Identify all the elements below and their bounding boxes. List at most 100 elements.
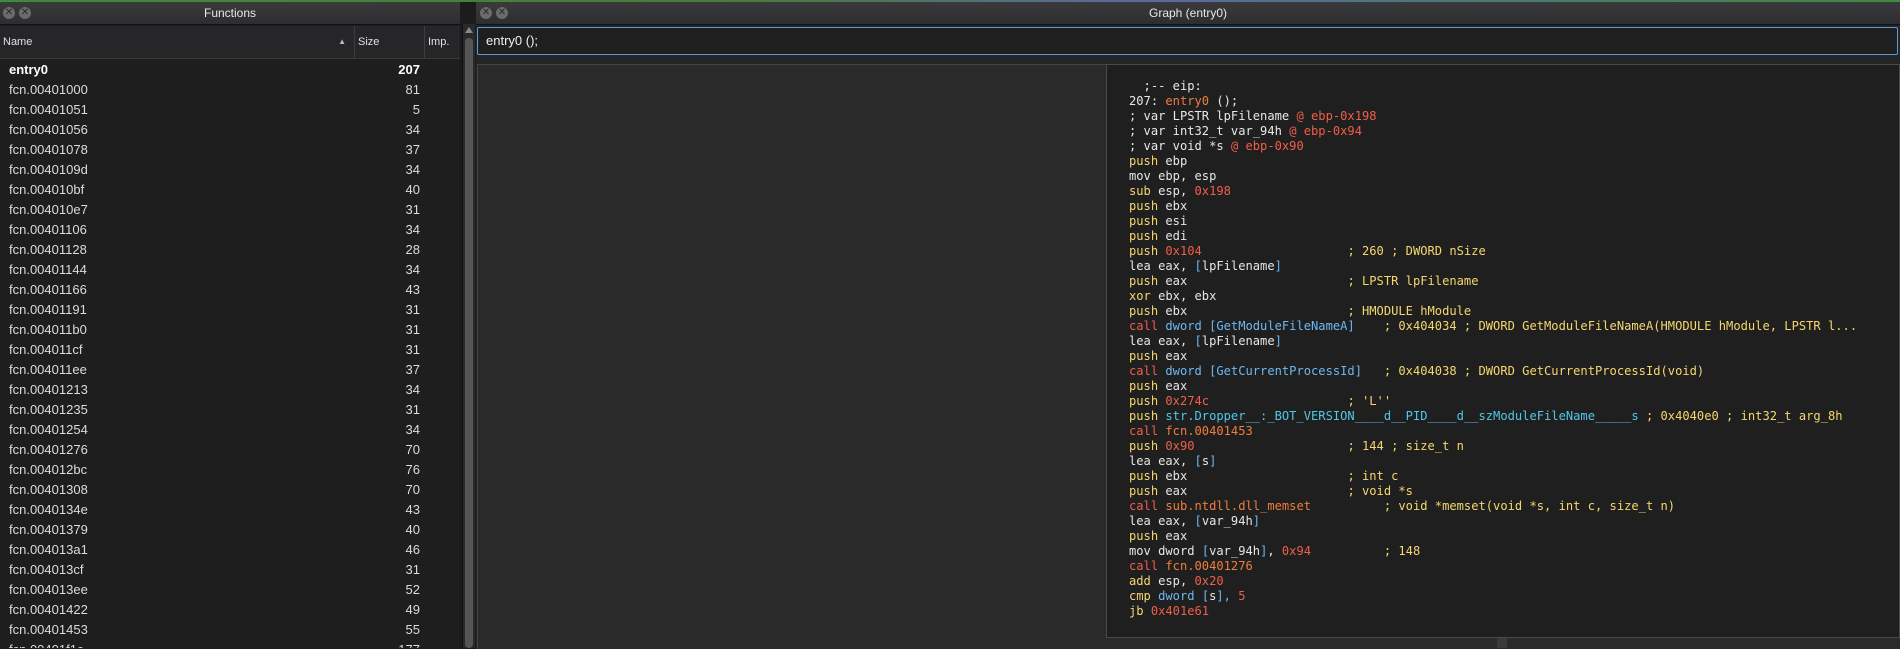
asm-line[interactable]: push 0x274c ; 'L''	[1129, 394, 1857, 409]
function-signature-field[interactable]: entry0 ();	[477, 27, 1898, 55]
asm-token: push	[1129, 529, 1166, 543]
column-header-name[interactable]: Name ▲	[0, 26, 355, 58]
asm-line[interactable]: push eax	[1129, 379, 1857, 394]
asm-line[interactable]: ; var void *s @ ebp-0x90	[1129, 139, 1857, 154]
close-panel-icon[interactable]: ✕	[3, 7, 15, 19]
asm-token	[1209, 394, 1347, 408]
asm-line[interactable]: push eax ; LPSTR lpFilename	[1129, 274, 1857, 289]
function-row[interactable]: fcn.00401308 70	[0, 480, 460, 500]
graph-node-entry0[interactable]: ;-- eip: 207: entry0 ();; var LPSTR lpFil…	[1106, 64, 1900, 638]
asm-line[interactable]: 207: entry0 ();	[1129, 94, 1857, 109]
function-row[interactable]: fcn.004013ee 52	[0, 580, 460, 600]
asm-line[interactable]: push eax	[1129, 349, 1857, 364]
asm-token	[1187, 274, 1347, 288]
asm-line[interactable]: mov ebp, esp	[1129, 169, 1857, 184]
float-panel-icon[interactable]: ✕	[496, 7, 508, 19]
function-size: 177	[398, 640, 420, 648]
function-size: 34	[405, 122, 420, 137]
asm-line[interactable]: push ebx ; HMODULE hModule	[1129, 304, 1857, 319]
asm-line[interactable]: push str.Dropper__:_BOT_VERSION____d__PI…	[1129, 409, 1857, 424]
asm-line[interactable]: ; var int32_t var_94h @ ebp-0x94	[1129, 124, 1857, 139]
function-row[interactable]: fcn.00401144 34	[0, 260, 460, 280]
function-row[interactable]: fcn.00401051 5	[0, 100, 460, 120]
asm-line[interactable]: call fcn.00401276	[1129, 559, 1857, 574]
asm-line[interactable]: call fcn.00401453	[1129, 424, 1857, 439]
column-header-imp[interactable]: Imp.	[425, 26, 461, 58]
asm-token: eax	[1165, 379, 1188, 393]
function-row[interactable]: fcn.00401235 31	[0, 400, 460, 420]
asm-line[interactable]: jb 0x401e61	[1129, 604, 1857, 619]
function-row[interactable]: fcn.004010bf 40	[0, 180, 460, 200]
function-row[interactable]: fcn.00401254 34	[0, 420, 460, 440]
asm-token: ; 260 ; DWORD nSize	[1347, 244, 1486, 258]
asm-line[interactable]: sub esp, 0x198	[1129, 184, 1857, 199]
asm-line[interactable]: xor ebx, ebx	[1129, 289, 1857, 304]
function-row[interactable]: fcn.004010e7 31	[0, 200, 460, 220]
function-row[interactable]: fcn.00401078 37	[0, 140, 460, 160]
scrollbar-thumb[interactable]	[465, 38, 473, 648]
function-row[interactable]: fcn.00401000 81	[0, 80, 460, 100]
asm-line[interactable]: push eax ; void *s	[1129, 484, 1857, 499]
function-row[interactable]: fcn.004011cf 31	[0, 340, 460, 360]
function-row[interactable]: fcn.004011b0 31	[0, 320, 460, 340]
function-name: fcn.00401213	[9, 382, 88, 397]
asm-line[interactable]: push edi	[1129, 229, 1857, 244]
function-row[interactable]: fcn.00401056 34	[0, 120, 460, 140]
function-row[interactable]: fcn.00401166 43	[0, 280, 460, 300]
float-panel-icon[interactable]: ✕	[19, 7, 31, 19]
asm-line[interactable]: push ebx ; int c	[1129, 469, 1857, 484]
function-row[interactable]: fcn.00401191 31	[0, 300, 460, 320]
functions-scrollbar[interactable]	[462, 24, 475, 648]
function-row[interactable]: fcn.004013a1 46	[0, 540, 460, 560]
function-name: fcn.004012bc	[9, 462, 88, 477]
asm-token: call	[1129, 364, 1166, 378]
asm-line[interactable]: call dword [GetModuleFileNameA] ; 0x4040…	[1129, 319, 1857, 334]
asm-line[interactable]: cmp dword [s], 5	[1129, 589, 1857, 604]
function-row[interactable]: fcn.00401379 40	[0, 520, 460, 540]
asm-line[interactable]: push eax	[1129, 529, 1857, 544]
asm-line[interactable]: ;-- eip:	[1129, 79, 1857, 94]
asm-line[interactable]: push ebp	[1129, 154, 1857, 169]
asm-token: push	[1129, 244, 1166, 258]
asm-line[interactable]: add esp, 0x20	[1129, 574, 1857, 589]
asm-line[interactable]: push esi	[1129, 214, 1857, 229]
function-row[interactable]: fcn.00401213 34	[0, 380, 460, 400]
asm-line[interactable]: lea eax, [lpFilename]	[1129, 259, 1857, 274]
scroll-up-icon[interactable]	[465, 27, 473, 33]
function-row[interactable]: entry0 207	[0, 60, 460, 80]
function-row[interactable]: fcn.0040109d 34	[0, 160, 460, 180]
asm-token: ; 144 ; size_t n	[1347, 439, 1464, 453]
asm-line[interactable]: push 0x104 ; 260 ; DWORD nSize	[1129, 244, 1857, 259]
function-size: 31	[405, 302, 420, 317]
close-panel-icon[interactable]: ✕	[480, 7, 492, 19]
asm-token: [	[1194, 454, 1202, 468]
asm-line[interactable]: push ebx	[1129, 199, 1857, 214]
function-name: fcn.00401f1c	[9, 640, 83, 648]
function-row[interactable]: fcn.00401128 28	[0, 240, 460, 260]
function-size: 43	[405, 282, 420, 297]
asm-token: ; int c	[1347, 469, 1399, 483]
asm-line[interactable]: lea eax, [lpFilename]	[1129, 334, 1857, 349]
function-row[interactable]: fcn.00401422 49	[0, 600, 460, 620]
function-row[interactable]: fcn.00401276 70	[0, 440, 460, 460]
function-row[interactable]: fcn.00401f1c 177	[0, 640, 460, 648]
asm-line[interactable]: ; var LPSTR lpFilename @ ebp-0x198	[1129, 109, 1857, 124]
function-row[interactable]: fcn.00401106 34	[0, 220, 460, 240]
column-header-size[interactable]: Size	[355, 26, 425, 58]
asm-line[interactable]: call dword [GetCurrentProcessId] ; 0x404…	[1129, 364, 1857, 379]
asm-line[interactable]: call sub.ntdll.dll_memset ; void *memset…	[1129, 499, 1857, 514]
function-row[interactable]: fcn.00401453 55	[0, 620, 460, 640]
function-row[interactable]: fcn.0040134e 43	[0, 500, 460, 520]
function-name: fcn.00401379	[9, 522, 88, 537]
asm-line[interactable]: mov dword [var_94h], 0x94 ; 148	[1129, 544, 1857, 559]
function-size: 34	[405, 422, 420, 437]
function-size: 76	[405, 462, 420, 477]
function-row[interactable]: fcn.004011ee 37	[0, 360, 460, 380]
asm-token: ; 'L''	[1347, 394, 1392, 408]
asm-line[interactable]: lea eax, [var_94h]	[1129, 514, 1857, 529]
asm-line[interactable]: push 0x90 ; 144 ; size_t n	[1129, 439, 1857, 454]
function-row[interactable]: fcn.004012bc 76	[0, 460, 460, 480]
function-row[interactable]: fcn.004013cf 31	[0, 560, 460, 580]
function-size: 34	[405, 262, 420, 277]
asm-line[interactable]: lea eax, [s]	[1129, 454, 1857, 469]
